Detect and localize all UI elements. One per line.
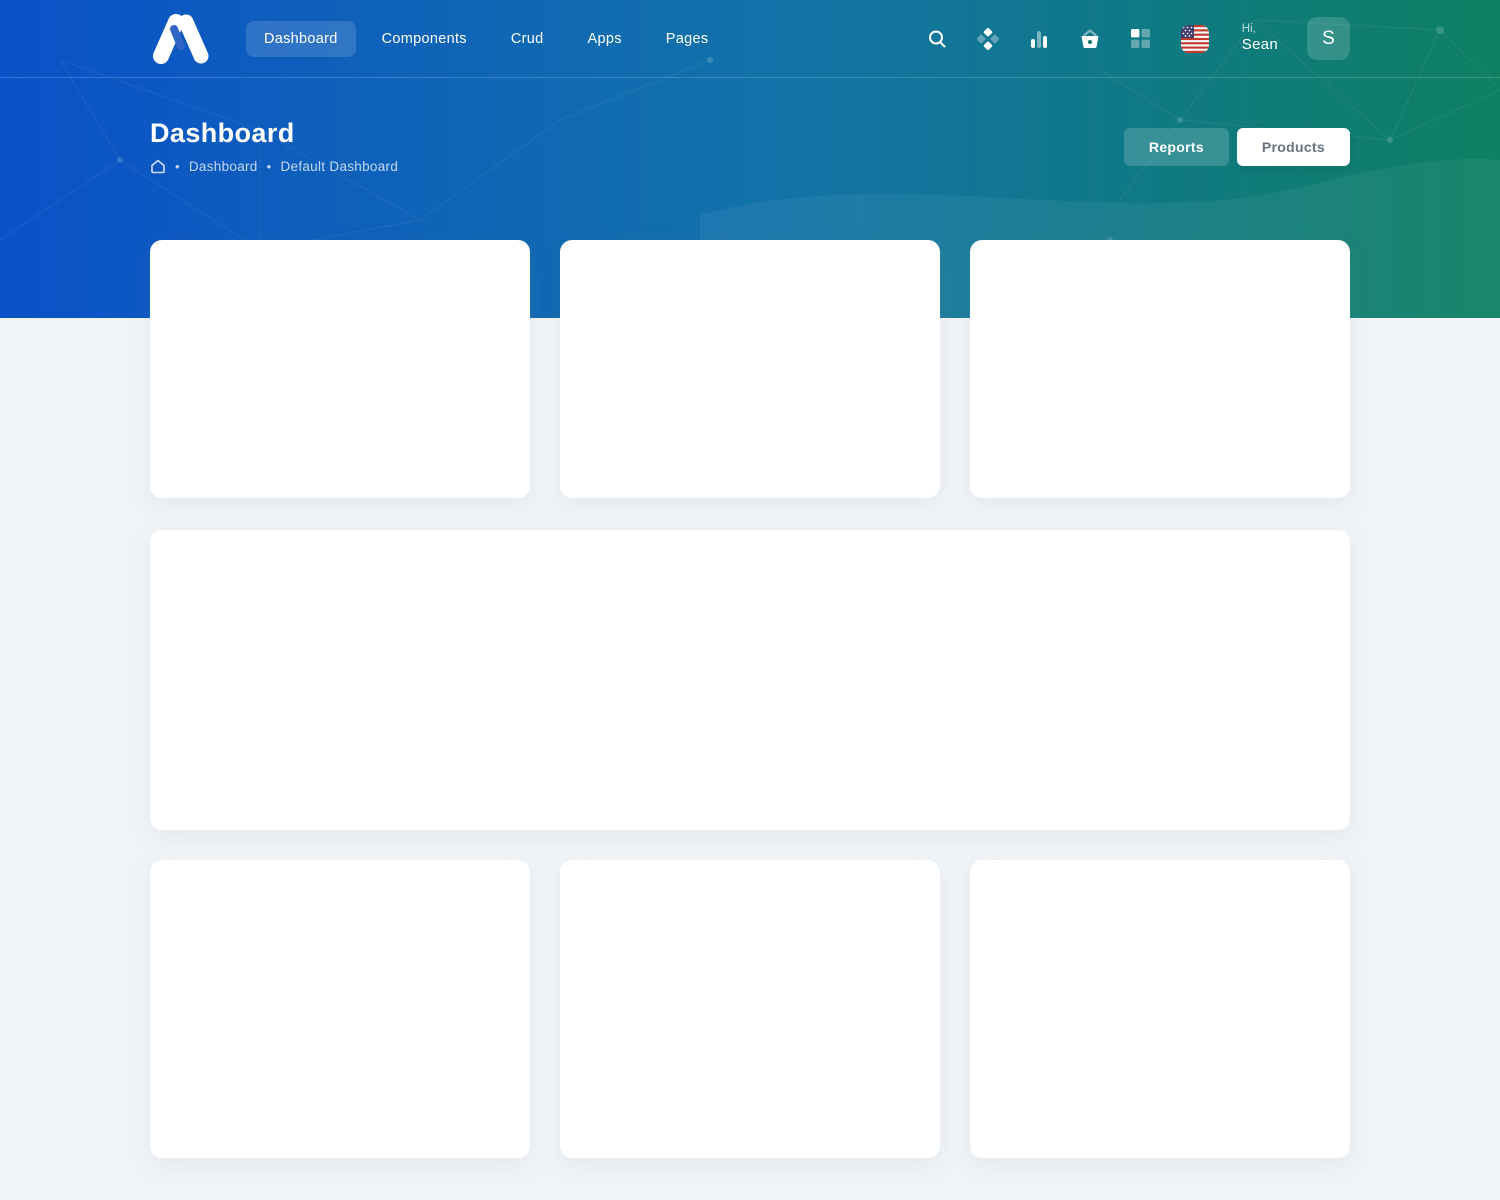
brand-logo[interactable] [150,13,212,65]
breadcrumb-separator: • [267,159,272,174]
bottom-card-1 [150,860,530,1158]
topbar-actions: Hi, Sean S [926,17,1350,60]
avatar-initial: S [1322,28,1335,50]
reports-button[interactable]: Reports [1124,128,1229,166]
nav-item-crud[interactable]: Crud [493,21,562,57]
page-head-left: Dashboard • Dashboard • Default Dashboar… [150,118,398,174]
greeting-text: Hi, [1242,22,1278,36]
nav-item-components[interactable]: Components [364,21,485,57]
breadcrumb-item-default-dashboard[interactable]: Default Dashboard [280,159,398,174]
breadcrumb-separator: • [175,159,180,174]
home-icon[interactable] [150,159,166,174]
stat-card-1 [150,240,530,498]
stat-card-3 [970,240,1350,498]
products-button[interactable]: Products [1237,128,1350,166]
brand-logo-icon [150,13,212,65]
main-nav: Dashboard Components Crud Apps Pages [246,21,726,57]
user-greeting: Hi, Sean [1242,22,1278,55]
shopping-basket-icon[interactable] [1079,28,1101,50]
widgets-diamond-icon[interactable] [977,28,999,50]
page-head: Dashboard • Dashboard • Default Dashboar… [0,78,1500,174]
stat-card-2 [560,240,940,498]
page-title: Dashboard [150,118,398,149]
breadcrumb: • Dashboard • Default Dashboard [150,159,398,174]
card-row-bottom [150,860,1350,1158]
card-row-top [150,240,1350,498]
grid-squares-icon[interactable] [1130,28,1152,50]
page-head-actions: Reports Products [1124,128,1350,166]
breadcrumb-item-dashboard[interactable]: Dashboard [189,159,258,174]
user-name: Sean [1242,36,1278,55]
bottom-card-3 [970,860,1350,1158]
us-flag-icon[interactable] [1181,25,1209,53]
search-icon[interactable] [926,28,948,50]
nav-item-apps[interactable]: Apps [570,21,640,57]
bar-chart-icon[interactable] [1028,28,1050,50]
user-avatar[interactable]: S [1307,17,1350,60]
main-content [0,240,1500,1158]
nav-item-pages[interactable]: Pages [648,21,727,57]
bottom-card-2 [560,860,940,1158]
nav-item-dashboard[interactable]: Dashboard [246,21,356,57]
topbar: Dashboard Components Crud Apps Pages [0,0,1500,78]
wide-card [150,530,1350,830]
